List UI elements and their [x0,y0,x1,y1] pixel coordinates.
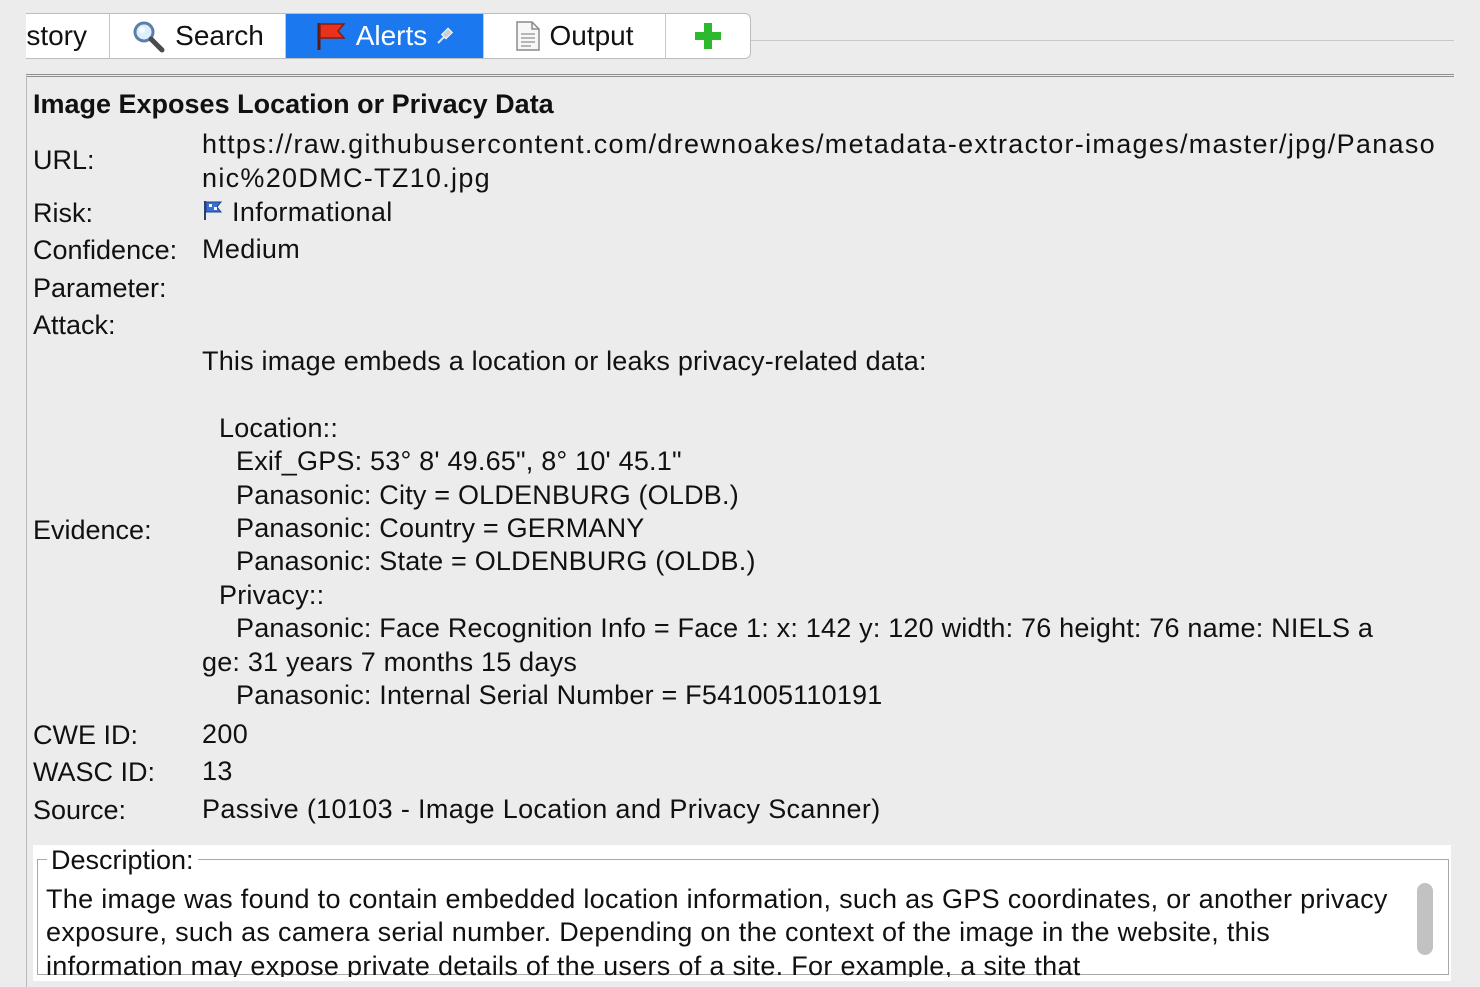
evidence-city: Panasonic: City = OLDENBURG (OLDB.) [236,479,739,510]
document-icon [515,20,541,52]
zap-alert-view: story Search Alerts Output Image Exposes… [0,0,1480,987]
evidence-face-recognition-cont: ge: 31 years 7 months 15 days [202,646,578,677]
green-plus-icon [693,21,723,51]
tab-search-label: Search [175,20,264,51]
evidence-state: Panasonic: State = OLDENBURG (OLDB.) [236,546,756,577]
tab-alerts[interactable]: Alerts [286,14,484,58]
description-text[interactable]: The image was found to contain embedded … [46,883,1396,977]
magnifier-icon [131,19,167,53]
description-legend: Description: [47,845,198,875]
evidence-label: Evidence: [33,515,152,545]
tab-strip: story Search Alerts Output [0,0,1480,74]
evidence-privacy-header: Privacy:: [219,579,325,610]
risk-value: Informational [202,195,1448,229]
wasc-id-value: 13 [202,756,233,786]
cwe-id-value: 200 [202,719,249,749]
pin-icon[interactable] [435,26,455,46]
url-label: URL: [33,145,95,175]
tab-bar: story Search Alerts Output [26,13,751,59]
tab-history[interactable]: story [26,14,110,58]
blue-flag-icon [202,195,224,229]
tab-strip-divider [750,40,1454,41]
evidence-intro: This image embeds a location or leaks pr… [202,346,927,376]
description-scrollbar[interactable] [1417,883,1433,955]
evidence-country: Panasonic: Country = GERMANY [236,513,645,544]
alert-title: Image Exposes Location or Privacy Data [33,89,554,119]
tab-output-label: Output [549,20,634,51]
confidence-value: Medium [202,234,301,264]
evidence-value: This image embeds a location or leaks pr… [202,345,1450,712]
add-tab-button[interactable] [666,14,750,58]
panel-bottom-strip [27,983,1453,987]
wasc-id-label: WASC ID: [33,757,156,787]
cwe-id-label: CWE ID: [33,720,138,750]
url-value: https://raw.githubusercontent.com/drewno… [202,129,1436,193]
confidence-label: Confidence: [33,235,178,265]
source-label: Source: [33,795,127,825]
risk-text: Informational [232,197,393,227]
tab-history-label: story [26,20,87,51]
evidence-location-header: Location:: [219,412,339,443]
tab-search[interactable]: Search [110,14,286,58]
tab-alerts-label: Alerts [355,20,428,51]
parameter-label: Parameter: [33,273,167,303]
attack-label: Attack: [33,310,116,340]
source-value: Passive (10103 - Image Location and Priv… [202,794,881,824]
evidence-serial-number: Panasonic: Internal Serial Number = F541… [236,680,883,711]
red-flag-icon [314,20,348,52]
evidence-exif-gps: Exif_GPS: 53° 8' 49.65", 8° 10' 45.1" [236,446,682,477]
description-panel: Description: The image was found to cont… [33,845,1451,981]
risk-label: Risk: [33,198,93,228]
alert-details-panel: Image Exposes Location or Privacy Data U… [26,74,1454,987]
evidence-face-recognition: Panasonic: Face Recognition Info = Face … [236,613,1374,644]
tab-output[interactable]: Output [484,14,666,58]
evidence-blank-line [202,378,1450,411]
